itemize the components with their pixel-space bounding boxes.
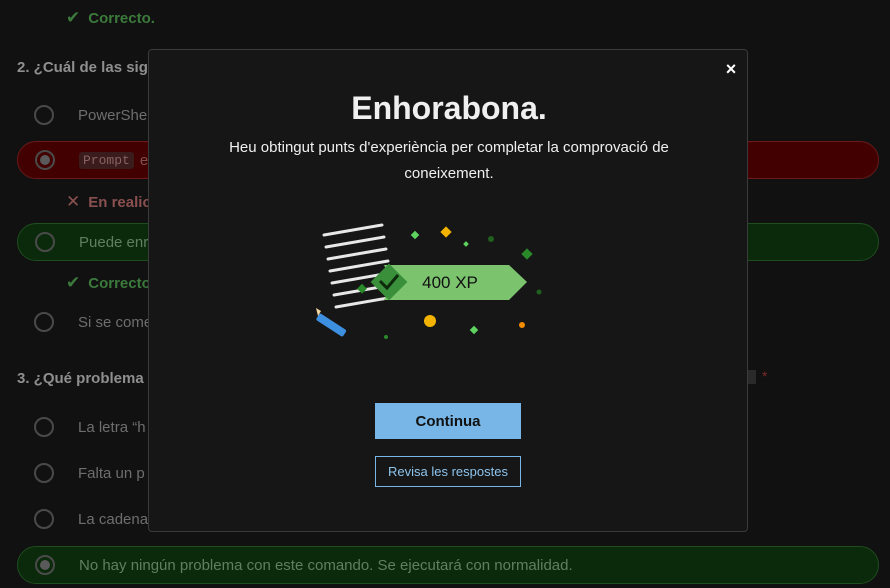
xp-badge: 400 XP — [370, 263, 527, 301]
radio-button[interactable] — [34, 509, 54, 529]
required-marker: * — [748, 368, 767, 385]
question-2-title: 2. ¿Cuál de las sigu — [17, 59, 158, 76]
xp-illustration: 400 XP — [316, 223, 542, 339]
feedback-correct: ✔ Correcto. — [66, 8, 155, 27]
check-icon: ✔ — [66, 273, 81, 292]
radio-button[interactable] — [35, 232, 55, 252]
feedback-wrong: ✕ En realic — [66, 192, 151, 211]
inline-code: Prompt — [79, 151, 134, 169]
radio-button[interactable] — [34, 463, 54, 483]
pencil-icon — [316, 308, 347, 337]
radio-button[interactable] — [34, 105, 54, 125]
question-3-title: 3. ¿Qué problema — [17, 370, 144, 387]
modal-subtitle: Heu obtingut punts d'experiència per com… — [229, 139, 669, 182]
document-icon — [322, 223, 394, 309]
radio-button[interactable] — [34, 312, 54, 332]
feedback-correct-2: ✔ Correcto — [66, 273, 151, 292]
radio-button-selected[interactable] — [35, 150, 55, 170]
modal-title: Enhorabona. — [351, 90, 547, 126]
review-answers-button[interactable]: Revisa les respostes — [375, 456, 521, 487]
congratulations-modal: × Enhorabona. Heu obtingut punts d'exper… — [148, 49, 748, 532]
question-3-option-4[interactable]: No hay ningún problema con este comando.… — [17, 546, 879, 584]
continue-button[interactable]: Continua — [375, 403, 521, 439]
close-icon[interactable]: × — [723, 60, 739, 78]
x-icon: ✕ — [66, 192, 81, 211]
radio-button[interactable] — [34, 417, 54, 437]
check-icon: ✔ — [66, 8, 81, 27]
xp-label: 400 XP — [422, 273, 478, 292]
radio-button-selected[interactable] — [35, 555, 55, 575]
